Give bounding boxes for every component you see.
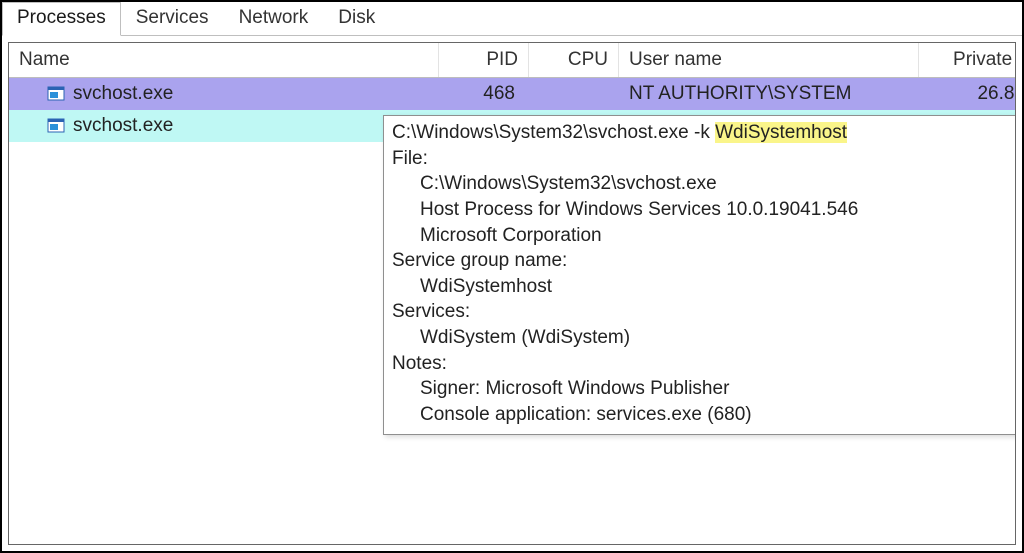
tooltip-cmdline: C:\Windows\System32\svchost.exe -k WdiSy… — [392, 120, 1016, 146]
process-icon — [47, 85, 65, 103]
process-tooltip: C:\Windows\System32\svchost.exe -k WdiSy… — [383, 115, 1016, 435]
tooltip-services-value: WdiSystem (WdiSystem) — [392, 325, 1016, 351]
col-pid[interactable]: PID — [439, 43, 529, 77]
tooltip-file-desc: Host Process for Windows Services 10.0.1… — [392, 197, 1016, 223]
col-cpu[interactable]: CPU — [529, 43, 619, 77]
table-row[interactable]: svchost.exe 468 NT AUTHORITY\SYSTEM 26.8… — [9, 78, 1015, 110]
tooltip-file-company: Microsoft Corporation — [392, 223, 1016, 249]
cell-user: NT AUTHORITY\SYSTEM — [619, 81, 919, 107]
process-icon — [47, 117, 65, 135]
tooltip-notes-label: Notes: — [392, 351, 1016, 377]
tooltip-notes-console: Console application: services.exe (680) — [392, 402, 1016, 428]
process-name: svchost.exe — [73, 83, 173, 105]
col-user[interactable]: User name — [619, 43, 919, 77]
cell-name: svchost.exe — [9, 113, 439, 139]
tooltip-cmd-highlight: WdiSystemhost — [715, 122, 847, 143]
tab-services[interactable]: Services — [121, 2, 224, 35]
column-headers: Name PID CPU User name Private b — [9, 43, 1015, 78]
process-list: Name PID CPU User name Private b svchost… — [8, 42, 1016, 545]
tooltip-file-label: File: — [392, 146, 1016, 172]
tooltip-svcgroup-label: Service group name: — [392, 248, 1016, 274]
tab-network[interactable]: Network — [224, 2, 324, 35]
process-name: svchost.exe — [73, 115, 173, 137]
tab-disk[interactable]: Disk — [323, 2, 390, 35]
col-private[interactable]: Private b — [919, 43, 1016, 77]
cell-private: 26.87 — [919, 81, 1016, 107]
tooltip-services-label: Services: — [392, 299, 1016, 325]
tooltip-svcgroup-value: WdiSystemhost — [392, 274, 1016, 300]
tooltip-cmd-prefix: C:\Windows\System32\svchost.exe -k — [392, 122, 715, 143]
cell-pid: 468 — [439, 81, 529, 107]
cell-name: svchost.exe — [9, 81, 439, 107]
cell-cpu — [529, 92, 619, 96]
tooltip-notes-signer: Signer: Microsoft Windows Publisher — [392, 376, 1016, 402]
tooltip-file-path: C:\Windows\System32\svchost.exe — [392, 171, 1016, 197]
tab-bar: Processes Services Network Disk — [2, 2, 1022, 36]
col-name[interactable]: Name — [9, 43, 439, 77]
tab-processes[interactable]: Processes — [2, 2, 121, 36]
